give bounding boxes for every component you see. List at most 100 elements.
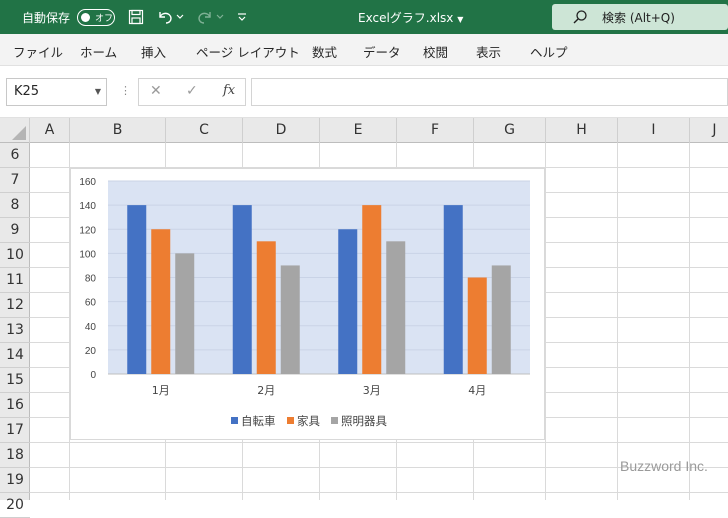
undo-button[interactable]: [156, 7, 174, 27]
grid-line: [30, 442, 728, 443]
filename-text: Excelグラフ.xlsx: [358, 11, 454, 25]
save-button[interactable]: [128, 7, 144, 27]
select-all-icon: [12, 126, 26, 140]
legend-swatch: [287, 417, 294, 424]
tab-data[interactable]: データ: [363, 42, 401, 61]
grid-line: [617, 143, 618, 500]
row-header-8[interactable]: 8: [0, 193, 30, 218]
row-header-9[interactable]: 9: [0, 218, 30, 243]
save-icon: [128, 9, 144, 25]
row-header-19[interactable]: 19: [0, 468, 30, 493]
bar-3-2: [280, 265, 300, 374]
column-header-e[interactable]: E: [320, 118, 397, 143]
bar-1-1: [127, 205, 147, 374]
insert-function-button[interactable]: fx: [223, 83, 235, 98]
bar-2-2: [256, 241, 276, 374]
bar-chart[interactable]: 0 20 40 60 80 100 120 140 160 1月 2月 3月 4月 自転車 家具 照明器具: [70, 168, 545, 440]
column-header-h[interactable]: H: [546, 118, 618, 143]
y-tick-label: 80: [85, 274, 97, 285]
column-header-d[interactable]: D: [243, 118, 320, 143]
row-headers: 6 7 8 9 10 11 12 13 14 15 16 17 18 19 20: [0, 143, 30, 518]
grid-line: [689, 143, 690, 500]
y-tick-label: 0: [90, 370, 96, 381]
redo-dropdown[interactable]: [216, 7, 224, 27]
redo-icon: [198, 12, 211, 24]
chart-svg: 0 20 40 60 80 100 120 140 160 1月 2月 3月 4月自転車 家具 照明器具: [79, 177, 530, 428]
watermark-text: Buzzword Inc.: [620, 458, 708, 474]
column-header-a[interactable]: A: [30, 118, 70, 143]
toggle-knob: [81, 13, 90, 22]
title-bar: 自動保存 オフ Excelグラフ.xlsx ▼ 検索 (Alt+Q): [0, 0, 728, 34]
legend-swatch: [331, 417, 338, 424]
y-tick-label: 20: [85, 346, 97, 357]
row-header-7[interactable]: 7: [0, 168, 30, 193]
bar-2-4: [467, 277, 487, 374]
more-options-icon[interactable]: ⋮: [120, 84, 131, 97]
y-tick-label: 100: [79, 249, 96, 260]
redo-button[interactable]: [196, 7, 214, 27]
tab-page-layout[interactable]: ページ レイアウト: [196, 42, 300, 61]
row-header-17[interactable]: 17: [0, 418, 30, 443]
bar-3-4: [491, 265, 511, 374]
column-header-g[interactable]: G: [474, 118, 546, 143]
bar-1-3: [338, 229, 358, 374]
autosave-toggle[interactable]: オフ: [77, 9, 115, 26]
select-all-button[interactable]: [0, 118, 30, 143]
search-box[interactable]: 検索 (Alt+Q): [552, 4, 728, 30]
grid-line: [30, 492, 728, 493]
y-tick-label: 40: [85, 322, 97, 333]
bar-2-3: [362, 205, 382, 374]
name-box[interactable]: K25 ▼: [6, 78, 107, 106]
autosave-state: オフ: [95, 14, 114, 24]
x-tick-label: 1月: [152, 384, 170, 397]
undo-dropdown[interactable]: [176, 7, 184, 27]
row-header-11[interactable]: 11: [0, 268, 30, 293]
legend-label: 家具: [297, 414, 320, 428]
row-header-6[interactable]: 6: [0, 143, 30, 168]
search-placeholder: 検索 (Alt+Q): [602, 11, 675, 25]
tab-help[interactable]: ヘルプ: [530, 42, 568, 61]
chevron-down-icon: [176, 14, 184, 19]
row-header-12[interactable]: 12: [0, 293, 30, 318]
column-headers: ABCDEFGHIJ: [0, 118, 728, 143]
bar-1-4: [443, 205, 463, 374]
row-header-16[interactable]: 16: [0, 393, 30, 418]
column-header-j[interactable]: J: [690, 118, 728, 143]
customize-icon: [238, 13, 246, 21]
search-icon: [573, 10, 587, 24]
bar-3-3: [386, 241, 406, 374]
row-header-14[interactable]: 14: [0, 343, 30, 368]
tab-formulas[interactable]: 数式: [312, 42, 337, 61]
row-header-13[interactable]: 13: [0, 318, 30, 343]
legend-label: 自転車: [241, 414, 276, 428]
ribbon-tabs: ファイル ホーム 挿入 ページ レイアウト 数式 データ 校閲 表示 ヘルプ: [0, 34, 728, 66]
column-header-i[interactable]: I: [618, 118, 690, 143]
row-header-15[interactable]: 15: [0, 368, 30, 393]
legend-swatch: [231, 417, 238, 424]
enter-icon[interactable]: ✓: [186, 83, 198, 99]
row-header-10[interactable]: 10: [0, 243, 30, 268]
y-tick-label: 60: [85, 298, 97, 309]
tab-file[interactable]: ファイル: [13, 42, 63, 61]
bar-2-1: [151, 229, 171, 374]
row-header-20[interactable]: 20: [0, 493, 30, 518]
customize-qat-button[interactable]: [237, 7, 247, 27]
formula-bar: K25 ▼ ⋮ ✕ ✓ fx: [0, 66, 728, 118]
tab-home[interactable]: ホーム: [80, 42, 117, 61]
row-header-18[interactable]: 18: [0, 443, 30, 468]
column-header-b[interactable]: B: [70, 118, 166, 143]
column-header-c[interactable]: C: [166, 118, 243, 143]
tab-review[interactable]: 校閲: [423, 42, 448, 61]
document-title[interactable]: Excelグラフ.xlsx ▼: [358, 9, 463, 26]
x-tick-label: 2月: [257, 384, 275, 397]
chevron-down-icon: [216, 14, 224, 19]
tab-insert[interactable]: 挿入: [141, 42, 166, 61]
autosave-label: 自動保存: [22, 11, 71, 25]
x-tick-label: 3月: [363, 384, 381, 397]
formula-input[interactable]: [251, 78, 728, 106]
cancel-icon[interactable]: ✕: [150, 83, 162, 99]
undo-icon: [159, 12, 172, 24]
column-header-f[interactable]: F: [397, 118, 474, 143]
tab-view[interactable]: 表示: [476, 42, 501, 61]
bar-3-1: [175, 253, 195, 374]
